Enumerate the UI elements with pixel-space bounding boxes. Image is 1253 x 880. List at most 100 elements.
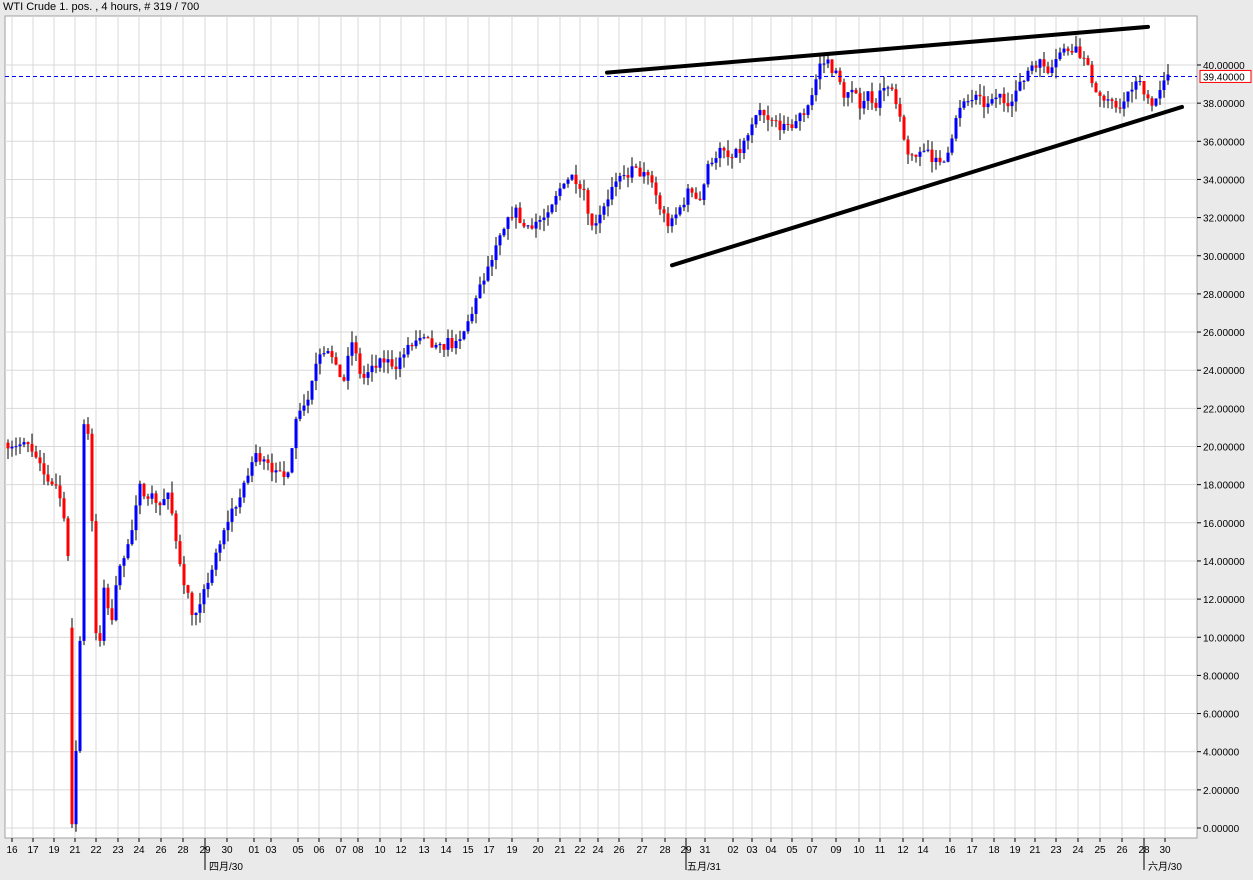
y-tick-label: 6.00000 [1203,710,1240,721]
candle-down [342,377,346,381]
candle-up [618,175,622,182]
x-tick-label: 14 [917,845,929,856]
candle-down [586,190,590,214]
candle-down [894,89,898,105]
candle-up [866,91,870,101]
candle-up [482,280,486,285]
candle-up [486,266,490,281]
y-tick-label: 24.00000 [1203,366,1245,377]
x-tick-label: 23 [112,845,124,856]
candle-down [1006,103,1010,107]
candle-down [394,366,398,370]
candle-down [634,166,638,168]
candle-up [206,582,210,590]
candle-up [274,470,278,473]
x-tick-label: 30 [1159,845,1171,856]
candle-down [510,217,514,219]
candle-up [822,63,826,65]
candle-up [458,339,462,341]
candle-up [550,204,554,213]
candle-down [1118,107,1122,109]
candle-down [50,481,54,485]
candle-up [810,95,814,106]
candle-up [674,214,678,219]
candle-up [954,118,958,139]
candle-down [1146,94,1150,99]
x-tick-label: 24 [133,845,145,856]
candle-up [262,459,266,462]
candle-down [858,93,862,109]
candle-up [350,342,354,356]
candle-down [174,513,178,542]
candle-down [1086,58,1090,65]
candle-up [998,93,1002,98]
candle-up [130,530,134,545]
candle-down [38,457,42,464]
candle-up [950,138,954,153]
candle-up [322,353,326,355]
candle-down [1078,46,1082,58]
candle-up [706,164,710,185]
x-tick-label: 02 [727,845,739,856]
candle-up [918,151,922,157]
candle-down [582,188,586,191]
candle-up [198,604,202,613]
chart-root: WTI Crude 1. pos. , 4 hours, # 319 / 700… [0,0,1253,880]
candle-down [626,175,630,178]
candle-down [46,474,50,482]
y-tick-label: 30.00000 [1203,252,1245,263]
candle-up [74,750,78,825]
y-tick-label: 4.00000 [1203,748,1240,759]
candle-down [938,157,942,163]
candle-down [182,564,186,586]
candle-up [138,483,142,506]
candle-down [902,116,906,140]
candle-down [170,492,174,514]
candle-up [1162,80,1166,91]
y-tick-label: 18.00000 [1203,481,1245,492]
candle-down [42,463,46,475]
candle-up [1126,91,1130,102]
x-tick-label: 21 [69,845,81,856]
candle-up [222,530,226,545]
candle-down [1150,98,1154,106]
candle-down [638,167,642,177]
candle-down [190,592,194,616]
candle-up [1058,52,1062,60]
candle-up [702,184,706,200]
candle-down [186,585,190,593]
candle-down [790,124,794,129]
x-tick-label: 19 [48,845,60,856]
candle-up [682,204,686,208]
candle-down [270,462,274,473]
candle-down [930,149,934,163]
candle-down [1002,93,1006,104]
x-tick-label: 27 [636,845,648,856]
candle-up [470,313,474,322]
x-tick-label: 10 [374,845,386,856]
period-label: 五月/31 [687,861,721,873]
candle-up [298,410,302,419]
candle-up [598,214,602,224]
candle-up [942,161,946,163]
candle-up [414,340,418,347]
candle-up [1074,46,1078,53]
candle-up [990,99,994,104]
candle-up [926,149,930,151]
x-tick-label: 19 [506,845,518,856]
candle-up [570,174,574,180]
candle-up [594,223,598,226]
candle-down [34,451,38,458]
candle-up [1122,101,1126,109]
candle-down [450,338,454,349]
y-tick-label: 28.00000 [1203,290,1245,301]
candle-down [90,433,94,522]
candle-up [378,358,382,368]
candle-up [454,340,458,349]
x-tick-label: 14 [440,845,452,856]
candle-down [442,344,446,350]
candle-up [878,90,882,108]
candle-up [162,499,166,506]
candle-down [58,485,62,499]
x-tick-label: 05 [786,845,798,856]
